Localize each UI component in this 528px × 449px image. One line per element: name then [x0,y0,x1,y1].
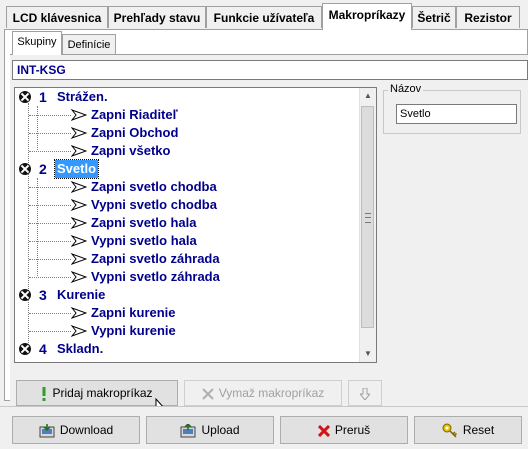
main-tab-strip: LCD klávesnica Prehľady stavu Funkcie už… [0,0,528,30]
group-number: 3 [39,287,47,303]
key-icon [442,423,457,438]
add-macro-label: Pridaj makropríkaz [52,386,153,400]
macro-arrow-icon [71,109,87,121]
upload-icon [180,423,196,438]
group-name-input[interactable] [396,104,517,124]
macro-label: Zapni Riaditeľ [91,107,178,122]
macro-arrow-icon [71,127,87,139]
move-down-button[interactable] [348,380,382,406]
macro-label: Zapni Obchod [91,125,179,140]
macro-arrow-icon [71,271,87,283]
macro-arrow-icon [71,181,87,193]
cross-icon [201,388,214,400]
subtab-definitions[interactable]: Definície [62,34,116,54]
tree-connector [37,178,38,276]
interrupt-label: Preruš [334,423,371,437]
group-icon [19,343,31,355]
tree-connector [28,103,29,347]
macro-label: Zapni všetko [91,143,171,158]
tree-connector [29,277,71,278]
group-icon [19,91,31,103]
name-legend: Názov [388,83,424,95]
macro-label: Vypni kurenie [91,323,176,338]
tab-macros[interactable]: Makropríkazy [322,3,412,30]
tree-connector [37,106,38,150]
tree-scrollbar[interactable]: ▲ ▼ [359,88,376,362]
group-label: Skladn. [57,341,104,356]
device-name: INT-KSG [17,63,66,77]
tab-lcd-keypad[interactable]: LCD klávesnica [6,6,108,28]
macro-tree[interactable]: 1 Strážen. Zapni Riaditeľ Zapni Obchod Z… [14,87,377,363]
interrupt-button[interactable]: Preruš [280,416,408,444]
delete-macro-button[interactable]: Vymaž makropríkaz [184,380,342,406]
download-label: Download [59,423,114,437]
scroll-down-icon[interactable]: ▼ [360,346,376,362]
exclamation-icon [42,386,46,401]
group-icon [19,163,31,175]
group-number: 1 [39,89,47,105]
grip-icon [365,213,371,223]
delete-macro-label: Vymaž makropríkaz [218,386,325,400]
macro-label: Zapni kurenie [91,305,176,320]
cross-icon [317,424,330,437]
macro-arrow-icon [71,217,87,229]
macro-label: Vypni svetlo chodba [91,197,217,212]
macro-arrow-icon [71,253,87,265]
tree-connector [29,313,71,314]
tree-connector [29,133,71,134]
upload-label: Upload [201,423,240,437]
tab-screensaver[interactable]: Šetrič [412,6,456,28]
group-number: 2 [39,161,47,177]
macro-label: Vypni svetlo záhrada [91,269,220,284]
tree-connector [29,223,71,224]
macro-arrow-icon [71,199,87,211]
device-name-bar: INT-KSG [12,60,528,80]
download-icon [39,423,55,438]
reset-button[interactable]: Reset [414,416,522,444]
group-label: Strážen. [57,89,108,104]
upload-button[interactable]: Upload [146,416,274,444]
scroll-thumb[interactable] [361,106,374,328]
tree-connector [29,205,71,206]
group-label-selected: Svetlo [53,159,100,179]
macro-label: Vypni svetlo hala [91,233,197,248]
macro-arrow-icon [71,325,87,337]
tree-connector [29,241,71,242]
macro-label: Zapni svetlo chodba [91,179,217,194]
tree-connector [29,151,71,152]
arrow-down-icon [360,387,370,400]
tab-user-functions[interactable]: Funkcie užívateľa [206,6,322,28]
tab-status-overview[interactable]: Prehľady stavu [108,6,206,28]
tree-connector [29,331,71,332]
tab-resistor[interactable]: Rezistor [456,6,520,28]
macro-arrow-icon [71,307,87,319]
macro-arrow-icon [71,235,87,247]
tree-connector [29,115,71,116]
macro-label: Zapni svetlo záhrada [91,251,220,266]
macro-label: Zapni svetlo hala [91,215,197,230]
group-icon [19,289,31,301]
tree-connector [29,259,71,260]
download-button[interactable]: Download [12,416,140,444]
scroll-up-icon[interactable]: ▲ [360,88,376,104]
add-macro-button[interactable]: Pridaj makropríkaz [16,380,178,406]
tree-connector [29,187,71,188]
subtab-groups[interactable]: Skupiny [12,31,62,55]
group-number: 4 [39,341,47,357]
macro-arrow-icon [71,145,87,157]
reset-label: Reset [462,423,495,437]
group-label: Kurenie [57,287,106,302]
